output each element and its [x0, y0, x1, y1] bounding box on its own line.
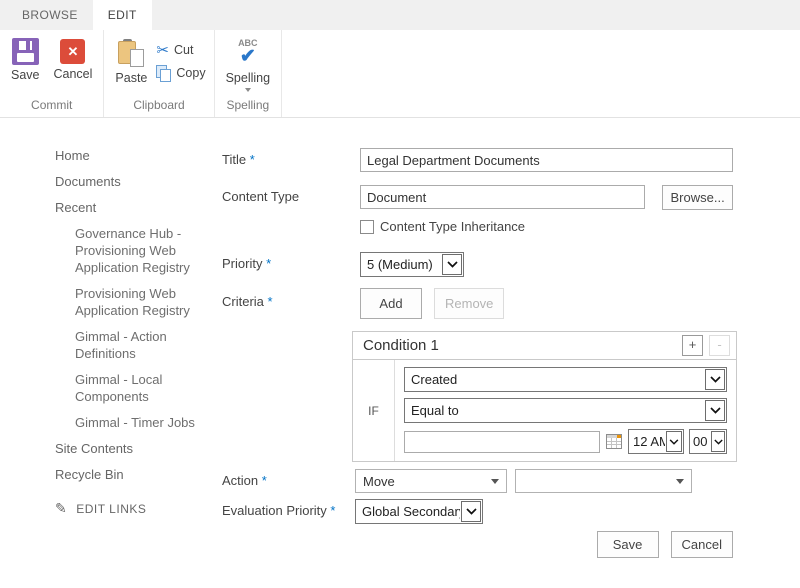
- ribbon-group-commit: Save Cancel Commit: [0, 30, 104, 117]
- edit-links-button[interactable]: ✎ EDIT LINKS: [55, 500, 210, 517]
- chevron-down-icon: [705, 369, 725, 390]
- sidebar-item-gimmal-local-components[interactable]: Gimmal - Local Components: [75, 371, 205, 405]
- sidebar-item-gimmal-timer-jobs[interactable]: Gimmal - Timer Jobs: [75, 414, 205, 431]
- form-save-button[interactable]: Save: [597, 531, 659, 558]
- chevron-down-icon: [461, 501, 481, 522]
- condition-operator-select[interactable]: Equal to: [404, 398, 727, 423]
- required-marker: *: [250, 152, 255, 167]
- cut-label: Cut: [174, 43, 193, 57]
- edit-links-label: EDIT LINKS: [76, 502, 146, 516]
- priority-label: Priority *: [222, 252, 360, 277]
- chevron-down-icon: [705, 400, 725, 421]
- dropdown-triangle-icon: [491, 479, 499, 484]
- condition-date-input[interactable]: [404, 431, 600, 453]
- dropdown-triangle-icon: [676, 479, 684, 484]
- save-icon: [12, 38, 39, 65]
- sidebar-item-documents[interactable]: Documents: [55, 173, 200, 190]
- sidebar-item-recycle-bin[interactable]: Recycle Bin: [55, 466, 200, 483]
- content-type-label: Content Type: [222, 185, 360, 210]
- spellcheck-icon: ABC ✔: [238, 38, 258, 68]
- sidebar-item-provisioning-registry[interactable]: Provisioning Web Application Registry: [75, 285, 205, 319]
- condition-panel: Condition 1 + - IF Created: [352, 331, 737, 462]
- title-input[interactable]: [360, 148, 733, 172]
- cut-icon: [156, 41, 169, 59]
- tab-edit[interactable]: EDIT: [93, 0, 152, 30]
- evaluation-priority-select[interactable]: Global Secondary: [355, 499, 483, 524]
- main-area: Home Documents Recent Governance Hub - P…: [0, 118, 800, 558]
- condition-remove-button[interactable]: -: [709, 335, 730, 356]
- condition-hour-select[interactable]: 12 AM: [628, 429, 684, 454]
- ribbon-cancel-label: Cancel: [54, 68, 93, 81]
- sidebar-item-governance-hub-registry[interactable]: Governance Hub - Provisioning Web Applic…: [75, 225, 205, 276]
- spelling-label: Spelling: [226, 72, 270, 85]
- ribbon: Save Cancel Commit Paste Cut: [0, 30, 800, 118]
- if-label: IF: [353, 360, 395, 461]
- condition-field-select[interactable]: Created: [404, 367, 727, 392]
- sidebar-item-recent[interactable]: Recent: [55, 199, 200, 216]
- ribbon-group-clipboard: Paste Cut Copy Clipboard: [104, 30, 214, 117]
- paste-label: Paste: [115, 72, 147, 85]
- commit-group-label: Commit: [0, 97, 103, 117]
- sidebar-item-gimmal-action-definitions[interactable]: Gimmal - Action Definitions: [75, 328, 205, 362]
- edit-form: Title * Content Type Browse... Content T…: [210, 118, 733, 558]
- content-type-input[interactable]: [360, 185, 645, 209]
- copy-label: Copy: [176, 66, 205, 80]
- priority-select[interactable]: 5 (Medium): [360, 252, 464, 277]
- paste-icon: [117, 38, 145, 68]
- spelling-dropdown-icon: [245, 88, 251, 92]
- tab-browse[interactable]: BROWSE: [22, 0, 93, 30]
- paste-button[interactable]: Paste: [108, 34, 154, 86]
- evaluation-priority-label: Evaluation Priority *: [222, 499, 360, 524]
- ribbon-cancel-button[interactable]: Cancel: [47, 34, 100, 82]
- criteria-remove-button[interactable]: Remove: [434, 288, 504, 319]
- clipboard-group-label: Clipboard: [104, 97, 213, 117]
- form-cancel-button[interactable]: Cancel: [671, 531, 733, 558]
- condition-title: Condition 1: [363, 337, 676, 354]
- spelling-button[interactable]: ABC ✔ Spelling: [219, 34, 277, 93]
- cut-button[interactable]: Cut: [156, 41, 205, 59]
- left-navigation: Home Documents Recent Governance Hub - P…: [0, 118, 210, 558]
- copy-button[interactable]: Copy: [156, 65, 205, 81]
- ribbon-group-spelling: ABC ✔ Spelling Spelling: [215, 30, 282, 117]
- spelling-group-label: Spelling: [215, 97, 281, 117]
- criteria-add-button[interactable]: Add: [360, 288, 422, 319]
- action-label: Action *: [222, 469, 360, 493]
- title-label: Title *: [222, 148, 360, 172]
- content-type-inheritance-label: Content Type Inheritance: [380, 219, 525, 234]
- ribbon-save-label: Save: [11, 69, 40, 82]
- criteria-label: Criteria *: [222, 286, 360, 319]
- condition-add-button[interactable]: +: [682, 335, 703, 356]
- sidebar-item-home[interactable]: Home: [55, 147, 200, 164]
- ribbon-tab-bar: BROWSE EDIT: [0, 0, 800, 30]
- content-type-inheritance-checkbox[interactable]: [360, 220, 374, 234]
- ribbon-save-button[interactable]: Save: [4, 34, 47, 83]
- copy-icon: [156, 65, 171, 81]
- action-target-select[interactable]: [515, 469, 692, 493]
- chevron-down-icon: [711, 431, 725, 452]
- calendar-icon[interactable]: [605, 433, 623, 450]
- chevron-down-icon: [666, 431, 682, 452]
- browse-button[interactable]: Browse...: [662, 185, 734, 210]
- cancel-icon: [60, 39, 85, 64]
- chevron-down-icon: [442, 254, 462, 275]
- action-select[interactable]: Move: [355, 469, 507, 493]
- pencil-icon: ✎: [55, 500, 67, 517]
- condition-minute-select[interactable]: 00: [689, 429, 727, 454]
- sidebar-item-site-contents[interactable]: Site Contents: [55, 440, 200, 457]
